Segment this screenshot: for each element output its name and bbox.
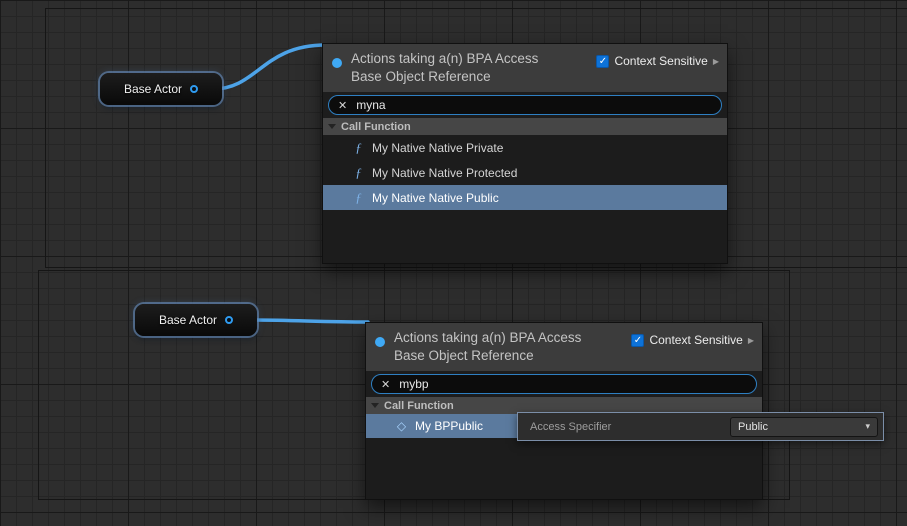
menu-title: Actions taking a(n) BPA Access Base Obje… — [394, 329, 631, 365]
menu-header: Actions taking a(n) BPA Access Base Obje… — [323, 44, 727, 92]
checkbox-checked-icon[interactable]: ✓ — [596, 55, 609, 68]
connection-wire-top[interactable] — [213, 45, 326, 89]
node-base-actor-top[interactable]: Base Actor — [100, 73, 222, 105]
search-row: ✕ — [366, 371, 762, 397]
menu-header: Actions taking a(n) BPA Access Base Obje… — [366, 323, 762, 371]
node-title: Base Actor — [124, 82, 182, 96]
menu-title-line1: Actions taking a(n) BPA Access — [351, 50, 596, 68]
node-base-actor-bottom[interactable]: Base Actor — [135, 304, 257, 336]
chevron-right-icon[interactable]: ▶ — [713, 57, 719, 66]
output-pin-icon[interactable] — [225, 316, 233, 324]
search-row: ✕ — [323, 92, 727, 118]
category-label: Call Function — [341, 121, 411, 133]
chevron-down-icon: ▾ — [865, 421, 870, 432]
dropdown-selected-value: Public — [738, 421, 768, 433]
context-sensitive-toggle[interactable]: ✓ Context Sensitive ▶ — [596, 54, 719, 68]
blueprint-graph-canvas[interactable]: Base Actor Base Actor Actions taking a(n… — [0, 0, 907, 526]
search-input[interactable] — [399, 377, 747, 391]
access-specifier-panel: Access Specifier Public ▾ — [517, 412, 884, 441]
clear-search-icon[interactable]: ✕ — [338, 99, 347, 112]
collapse-triangle-icon[interactable] — [371, 403, 379, 408]
node-title: Base Actor — [159, 313, 217, 327]
search-box[interactable]: ✕ — [371, 374, 757, 394]
context-sensitive-label: Context Sensitive — [614, 54, 707, 68]
access-specifier-dropdown[interactable]: Public ▾ — [730, 417, 878, 437]
function-icon: ƒ — [353, 140, 364, 156]
blueprint-function-diamond-icon: ◇ — [396, 419, 407, 434]
category-label: Call Function — [384, 400, 454, 412]
menu-title-line2: Base Object Reference — [351, 68, 596, 86]
function-icon: ƒ — [353, 165, 364, 181]
context-sensitive-label: Context Sensitive — [649, 333, 742, 347]
context-sensitive-toggle[interactable]: ✓ Context Sensitive ▶ — [631, 333, 754, 347]
search-input[interactable] — [356, 98, 712, 112]
clear-search-icon[interactable]: ✕ — [381, 378, 390, 391]
access-specifier-label: Access Specifier — [530, 421, 611, 433]
object-pin-icon — [332, 58, 342, 68]
function-icon: ƒ — [353, 190, 364, 206]
list-item-my-native-native-protected[interactable]: ƒ My Native Native Protected — [323, 160, 727, 185]
collapse-triangle-icon[interactable] — [328, 124, 336, 129]
list-item-my-native-native-public[interactable]: ƒ My Native Native Public — [323, 185, 727, 210]
menu-title: Actions taking a(n) BPA Access Base Obje… — [351, 50, 596, 86]
menu-title-line1: Actions taking a(n) BPA Access — [394, 329, 631, 347]
chevron-right-icon[interactable]: ▶ — [748, 336, 754, 345]
context-menu-top: Actions taking a(n) BPA Access Base Obje… — [322, 43, 728, 264]
connection-wire-bottom[interactable] — [249, 320, 368, 322]
checkbox-checked-icon[interactable]: ✓ — [631, 334, 644, 347]
search-box[interactable]: ✕ — [328, 95, 722, 115]
context-menu-bottom: Actions taking a(n) BPA Access Base Obje… — [365, 322, 763, 500]
category-call-function[interactable]: Call Function — [323, 118, 727, 135]
action-list: ƒ My Native Native Private ƒ My Native N… — [323, 135, 727, 263]
output-pin-icon[interactable] — [190, 85, 198, 93]
list-item-my-native-native-private[interactable]: ƒ My Native Native Private — [323, 135, 727, 160]
menu-title-line2: Base Object Reference — [394, 347, 631, 365]
object-pin-icon — [375, 337, 385, 347]
